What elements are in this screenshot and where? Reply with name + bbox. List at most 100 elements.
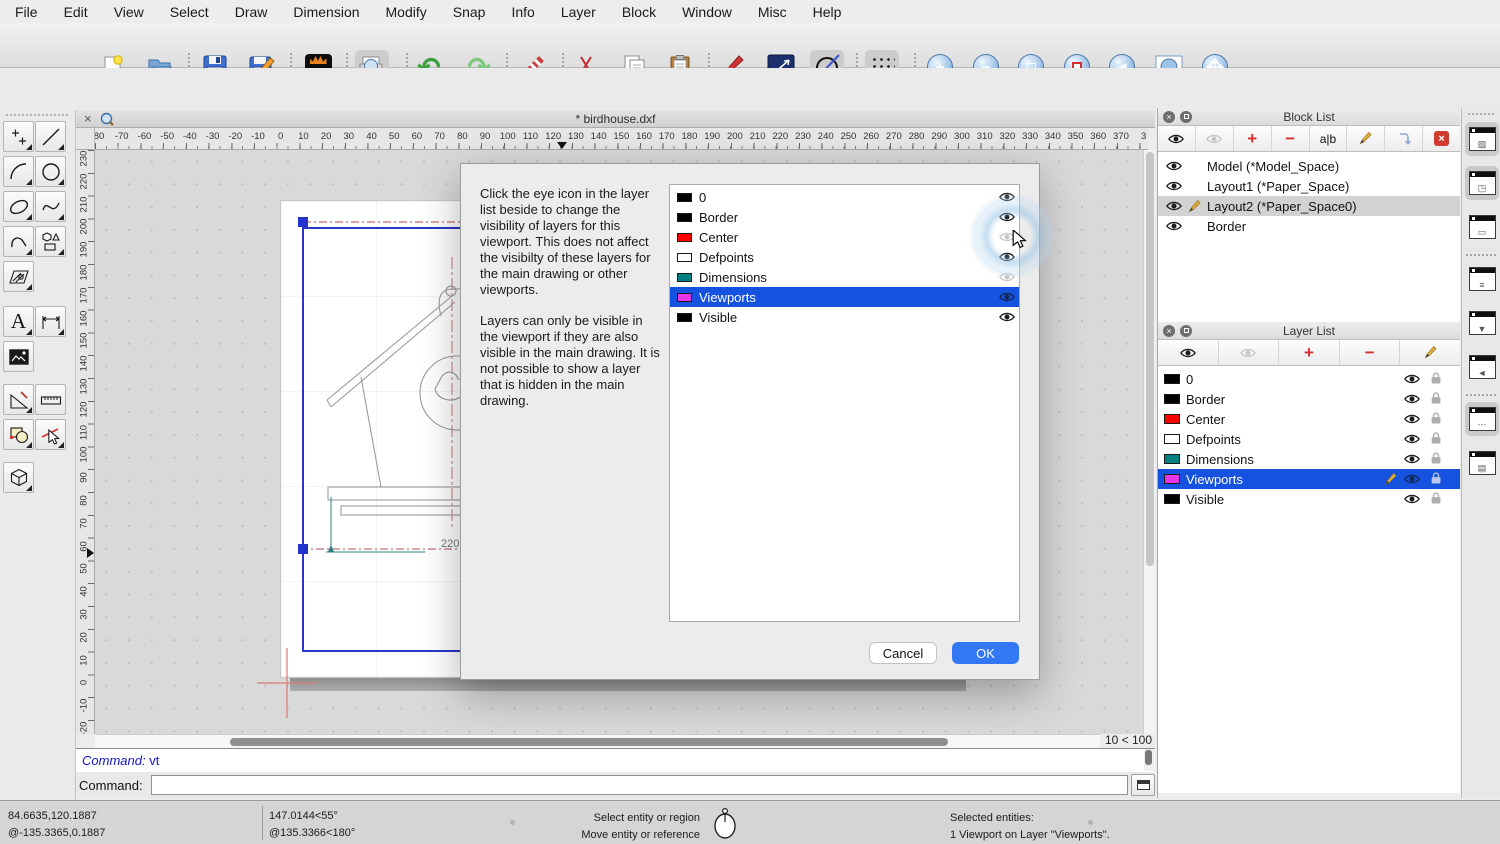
eye-icon[interactable] [1404, 433, 1420, 445]
layer-row-0[interactable]: 0 [670, 187, 1019, 207]
lock-icon[interactable] [1431, 432, 1442, 445]
spline-tool[interactable] [35, 191, 66, 222]
clipboard-dock-button[interactable]: ▤ [1465, 446, 1499, 480]
canvas-vertical-scrollbar[interactable] [1143, 150, 1155, 734]
eye-off-icon[interactable] [999, 271, 1015, 283]
image-tool[interactable] [3, 341, 34, 372]
eye-icon[interactable] [1166, 180, 1182, 192]
eye-icon[interactable] [999, 191, 1015, 203]
menu-layer[interactable]: Layer [561, 4, 596, 20]
selection-filter-dock-button[interactable]: ▼ [1465, 306, 1499, 340]
float-panel-button[interactable] [1180, 111, 1192, 123]
eye-icon[interactable] [999, 211, 1015, 223]
history-scrollbar[interactable] [1144, 749, 1154, 771]
measure-tool[interactable] [35, 384, 66, 415]
eye-icon[interactable] [999, 311, 1015, 323]
layer-row-visible[interactable]: Visible [670, 307, 1019, 327]
show-all-blocks-button[interactable] [1158, 126, 1195, 151]
rename-block-button[interactable]: a|b [1310, 126, 1347, 151]
lock-icon[interactable] [1431, 412, 1442, 425]
layer-row-dimensions[interactable]: Dimensions [670, 267, 1019, 287]
menu-info[interactable]: Info [511, 4, 534, 20]
canvas-horizontal-scrollbar[interactable] [95, 734, 1100, 748]
shapes-tool[interactable] [35, 226, 66, 257]
command-input[interactable] [151, 775, 1128, 795]
add-layer-button[interactable]: + [1279, 340, 1339, 365]
block-row-layout2[interactable]: Layout2 (*Paper_Space0) [1158, 196, 1460, 216]
ok-button[interactable]: OK [952, 642, 1019, 664]
layer-row-visible[interactable]: Visible [1158, 489, 1460, 509]
menu-snap[interactable]: Snap [453, 4, 486, 20]
hatch-tool[interactable] [3, 261, 34, 292]
command-announcer-dock-button[interactable]: ◄ [1465, 350, 1499, 384]
command-line-dock-button[interactable]: ⋯ [1465, 402, 1499, 436]
lock-icon[interactable] [1431, 372, 1442, 385]
menu-dimension[interactable]: Dimension [293, 4, 359, 20]
menu-window[interactable]: Window [682, 4, 732, 20]
layer-row-center[interactable]: Center [1158, 409, 1460, 429]
eye-icon[interactable] [999, 291, 1015, 303]
command-history[interactable]: Command: vt [76, 748, 1155, 772]
menu-modify[interactable]: Modify [386, 4, 427, 20]
menu-select[interactable]: Select [170, 4, 209, 20]
layer-row-border[interactable]: Border [670, 207, 1019, 227]
layer-row-0[interactable]: 0 [1158, 369, 1460, 389]
menu-edit[interactable]: Edit [64, 4, 88, 20]
points-tool[interactable] [3, 121, 34, 152]
remove-layer-button[interactable]: − [1340, 340, 1400, 365]
viewport-dock-button[interactable]: ▭ [1465, 210, 1499, 244]
menu-help[interactable]: Help [813, 4, 842, 20]
tab-close-button[interactable]: × [84, 111, 92, 126]
property-editor-dock-button[interactable]: ≡ [1465, 262, 1499, 296]
close-panel-button[interactable]: × [1163, 325, 1175, 337]
menu-draw[interactable]: Draw [235, 4, 268, 20]
line-tool[interactable] [35, 121, 66, 152]
lock-icon[interactable] [1431, 392, 1442, 405]
hide-all-layers-button[interactable] [1219, 340, 1279, 365]
eye-icon[interactable] [1404, 493, 1420, 505]
hide-all-blocks-button[interactable] [1196, 126, 1233, 151]
command-options-button[interactable] [1131, 774, 1155, 796]
menu-block[interactable]: Block [622, 4, 656, 20]
cancel-button[interactable]: Cancel [869, 642, 937, 664]
eye-icon[interactable] [1166, 160, 1182, 172]
polyline-tool[interactable] [3, 226, 34, 257]
remove-block-button[interactable]: − [1272, 126, 1309, 151]
layer-list[interactable]: 0 Border Center Defpoints Dimensions Vie… [1158, 366, 1460, 793]
block-list-dock-button[interactable]: ▨ [1465, 122, 1499, 156]
layer-row-center[interactable]: Center [670, 227, 1019, 247]
arc-tool[interactable] [3, 156, 34, 187]
text-tool[interactable]: A [3, 306, 34, 337]
layer-row-defpoints[interactable]: Defpoints [670, 247, 1019, 267]
eye-icon[interactable] [1404, 373, 1420, 385]
layer-row-viewports[interactable]: Viewports [1158, 469, 1460, 489]
eye-icon[interactable] [1404, 413, 1420, 425]
layer-row-dimensions[interactable]: Dimensions [1158, 449, 1460, 469]
edit-block-button[interactable] [1347, 126, 1384, 151]
insert-block-button[interactable] [1385, 126, 1422, 151]
eye-icon[interactable] [1404, 473, 1420, 485]
block-tool[interactable] [3, 419, 34, 450]
menu-file[interactable]: File [15, 4, 38, 20]
select-tool[interactable] [35, 419, 66, 450]
block-list[interactable]: Model (*Model_Space) Layout1 (*Paper_Spa… [1158, 152, 1460, 322]
lock-icon[interactable] [1431, 472, 1442, 485]
layer-row-viewports[interactable]: Viewports [670, 287, 1019, 307]
add-block-button[interactable]: + [1234, 126, 1271, 151]
circle-tool[interactable] [35, 156, 66, 187]
close-panel-button[interactable]: × [1163, 111, 1175, 123]
menu-view[interactable]: View [114, 4, 144, 20]
float-panel-button[interactable] [1180, 325, 1192, 337]
ellipse-tool[interactable] [3, 191, 34, 222]
dimension-tool[interactable] [35, 306, 66, 337]
block-row-layout1[interactable]: Layout1 (*Paper_Space) [1158, 176, 1460, 196]
solid-tool[interactable] [3, 462, 34, 493]
lock-icon[interactable] [1431, 452, 1442, 465]
layer-row-defpoints[interactable]: Defpoints [1158, 429, 1460, 449]
eye-icon[interactable] [999, 251, 1015, 263]
lock-icon[interactable] [1431, 492, 1442, 505]
edit-layer-button[interactable] [1400, 340, 1460, 365]
purge-block-button[interactable]: × [1423, 126, 1460, 151]
eye-icon[interactable] [1404, 393, 1420, 405]
show-all-layers-button[interactable] [1158, 340, 1218, 365]
